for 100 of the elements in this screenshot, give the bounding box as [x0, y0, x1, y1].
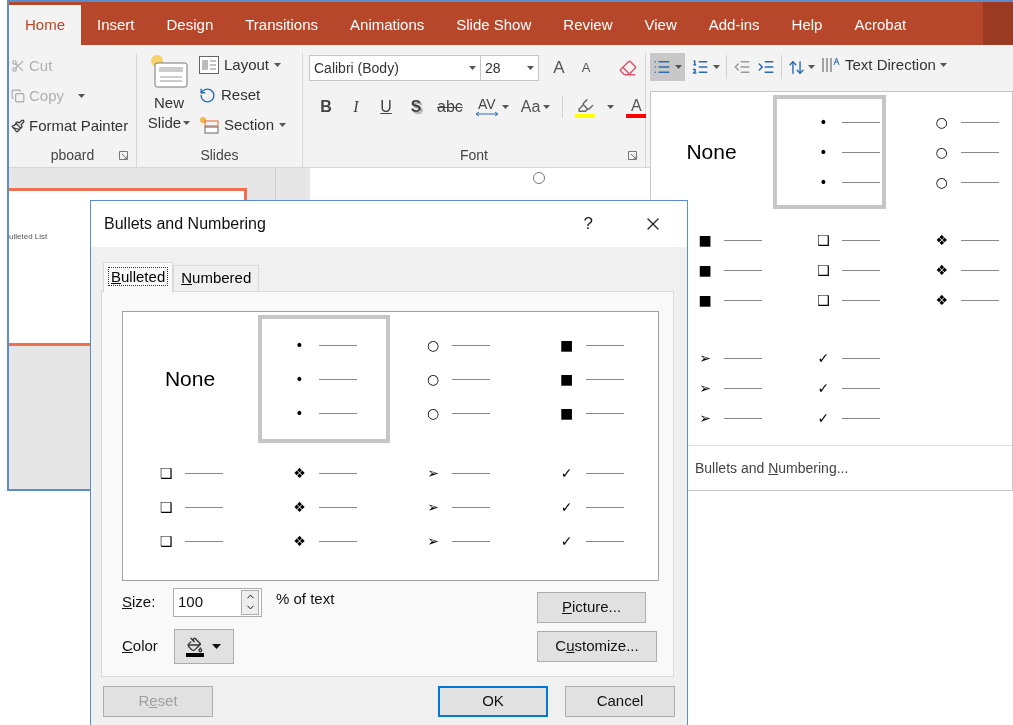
bullet-style-option[interactable]: ❑ ❑ ❑: [773, 213, 887, 327]
ribbon-tab[interactable]: Acrobat: [838, 5, 923, 45]
bullet-symbol: ○: [934, 173, 949, 191]
ribbon-tab[interactable]: Help: [775, 5, 839, 45]
bullet-symbol: ➢: [426, 498, 440, 516]
format-button[interactable]: S: [407, 95, 425, 119]
format-button[interactable]: I: [347, 95, 365, 119]
dialog-tab[interactable]: Bulleted: [103, 262, 174, 292]
bullet-symbol: ➢: [698, 349, 712, 367]
bullets-and-numbering-link[interactable]: Bullets and Numbering...: [695, 457, 849, 479]
bullet-symbol: ○: [934, 143, 949, 161]
caret-icon: [527, 66, 534, 70]
format-button[interactable]: B: [317, 95, 335, 119]
help-button[interactable]: ?: [583, 211, 593, 237]
dialog-launcher-icon[interactable]: [628, 151, 637, 160]
character-spacing-button[interactable]: AV: [474, 97, 509, 117]
ribbon-tab[interactable]: Add-ins: [692, 5, 776, 45]
size-unit: % of text: [276, 589, 335, 609]
increase-indent-icon[interactable]: [757, 58, 775, 76]
ribbon-tab[interactable]: Home: [9, 5, 81, 45]
bullet-symbol: ➢: [698, 409, 712, 427]
bullet-symbol: ✓: [559, 464, 574, 482]
bullet-style-option[interactable]: ○ ○ ○: [891, 95, 1005, 209]
bullet-style-option[interactable]: ❑ ❑ ❑: [124, 443, 256, 571]
bullet-style-option[interactable]: ■ ■ ■: [524, 315, 657, 443]
decrease-indent-icon[interactable]: [733, 58, 751, 76]
ribbon-tab[interactable]: Slide Show: [440, 5, 548, 45]
new-slide-icon: [149, 53, 189, 89]
bullet-style-option[interactable]: ✓ ✓ ✓: [524, 443, 657, 571]
slides-button[interactable]: Layout: [199, 54, 287, 76]
none-label: None: [686, 139, 737, 166]
caret-icon: [607, 105, 615, 109]
bullet-symbol: ■: [558, 404, 575, 422]
bullet-style-option[interactable]: ✓ ✓ ✓: [773, 331, 887, 445]
bullet-symbol: ✓: [816, 349, 831, 367]
highlighter-icon[interactable]: [576, 96, 594, 114]
ribbon-tab[interactable]: View: [628, 5, 693, 45]
color-label: Color: [122, 636, 158, 657]
bullet-style-option[interactable]: ○ ○ ○: [391, 315, 523, 443]
none-label: None: [164, 366, 216, 393]
caret-icon: [279, 123, 287, 127]
color-picker-button[interactable]: [173, 629, 234, 664]
ribbon-tab[interactable]: Animations: [334, 5, 441, 45]
dialog-title: Bullets and Numbering: [104, 214, 266, 234]
group-label: Slides: [200, 145, 239, 165]
dialog-button[interactable]: Cancel: [565, 686, 675, 717]
clipboard-button[interactable]: Format Painter: [11, 115, 129, 137]
numbered-list-icon: [691, 58, 709, 76]
change-case-button[interactable]: Aa: [520, 95, 551, 119]
slides-button[interactable]: Reset: [199, 84, 287, 106]
ribbon-tab[interactable]: Design: [150, 5, 230, 45]
font-size-dropdown[interactable]: 28: [481, 55, 539, 81]
bullet-style-option[interactable]: ❖ ❖ ❖: [891, 213, 1005, 327]
bullet-symbol: ✓: [559, 532, 574, 550]
bullet-style-option[interactable]: • • •: [773, 95, 887, 209]
layout-icon: [199, 56, 219, 74]
ribbon-tab-cut: [983, 2, 1013, 45]
paintbrush-icon: [11, 119, 25, 133]
line-spacing-icon: [788, 58, 805, 76]
eraser-icon[interactable]: [619, 59, 637, 77]
bullet-symbol: ✓: [816, 409, 831, 427]
bullets-button[interactable]: [650, 53, 685, 81]
format-button[interactable]: abc: [437, 95, 463, 119]
caret-icon: [183, 121, 191, 125]
ribbon-tab[interactable]: Transitions: [229, 5, 335, 45]
bullet-style-option[interactable]: None: [655, 95, 768, 209]
shrink-font-button[interactable]: A: [575, 58, 597, 78]
bullet-symbol: ■: [697, 261, 713, 279]
ribbon-tab[interactable]: Insert: [81, 5, 151, 45]
caret-icon: [501, 105, 509, 109]
bullet-symbol: ■: [697, 291, 713, 309]
grow-font-button[interactable]: A: [547, 55, 571, 81]
text-direction-button[interactable]: Text Direction: [821, 53, 947, 77]
bullet-symbol: ➢: [698, 379, 712, 397]
bullet-symbol: ❖: [292, 498, 307, 516]
bullet-symbol: •: [294, 370, 305, 388]
bullet-symbol: ✓: [816, 379, 831, 397]
section-icon: [199, 116, 219, 134]
ribbon-tab[interactable]: Review: [547, 5, 629, 45]
new-slide-button[interactable]: New Slide: [147, 53, 191, 143]
size-spin-field[interactable]: 100: [173, 588, 262, 617]
dialog-launcher-icon[interactable]: [119, 151, 128, 160]
bullet-style-option[interactable]: ❖ ❖ ❖: [257, 443, 390, 571]
bullet-style-option[interactable]: • • •: [257, 315, 390, 443]
caret-icon: [78, 94, 86, 98]
side-button[interactable]: Customize...: [537, 631, 657, 662]
slides-button[interactable]: Section: [199, 114, 287, 136]
bullet-symbol: ❖: [292, 532, 307, 550]
paint-bucket-icon: [187, 636, 204, 653]
bullet-symbol: •: [818, 143, 829, 161]
dialog-button[interactable]: OK: [438, 686, 548, 717]
side-button[interactable]: Picture...: [537, 592, 646, 623]
bullet-style-option[interactable]: None: [124, 315, 256, 443]
font-name-dropdown[interactable]: Calibri (Body): [309, 55, 481, 81]
dialog-tab[interactable]: Numbered: [173, 265, 260, 291]
format-button[interactable]: U: [377, 95, 395, 119]
bullet-style-option[interactable]: ➢ ➢ ➢: [391, 443, 523, 571]
bullet-symbol: ❑: [816, 261, 831, 279]
font-color-button[interactable]: A: [626, 96, 647, 118]
size-label: Size:: [122, 592, 157, 612]
